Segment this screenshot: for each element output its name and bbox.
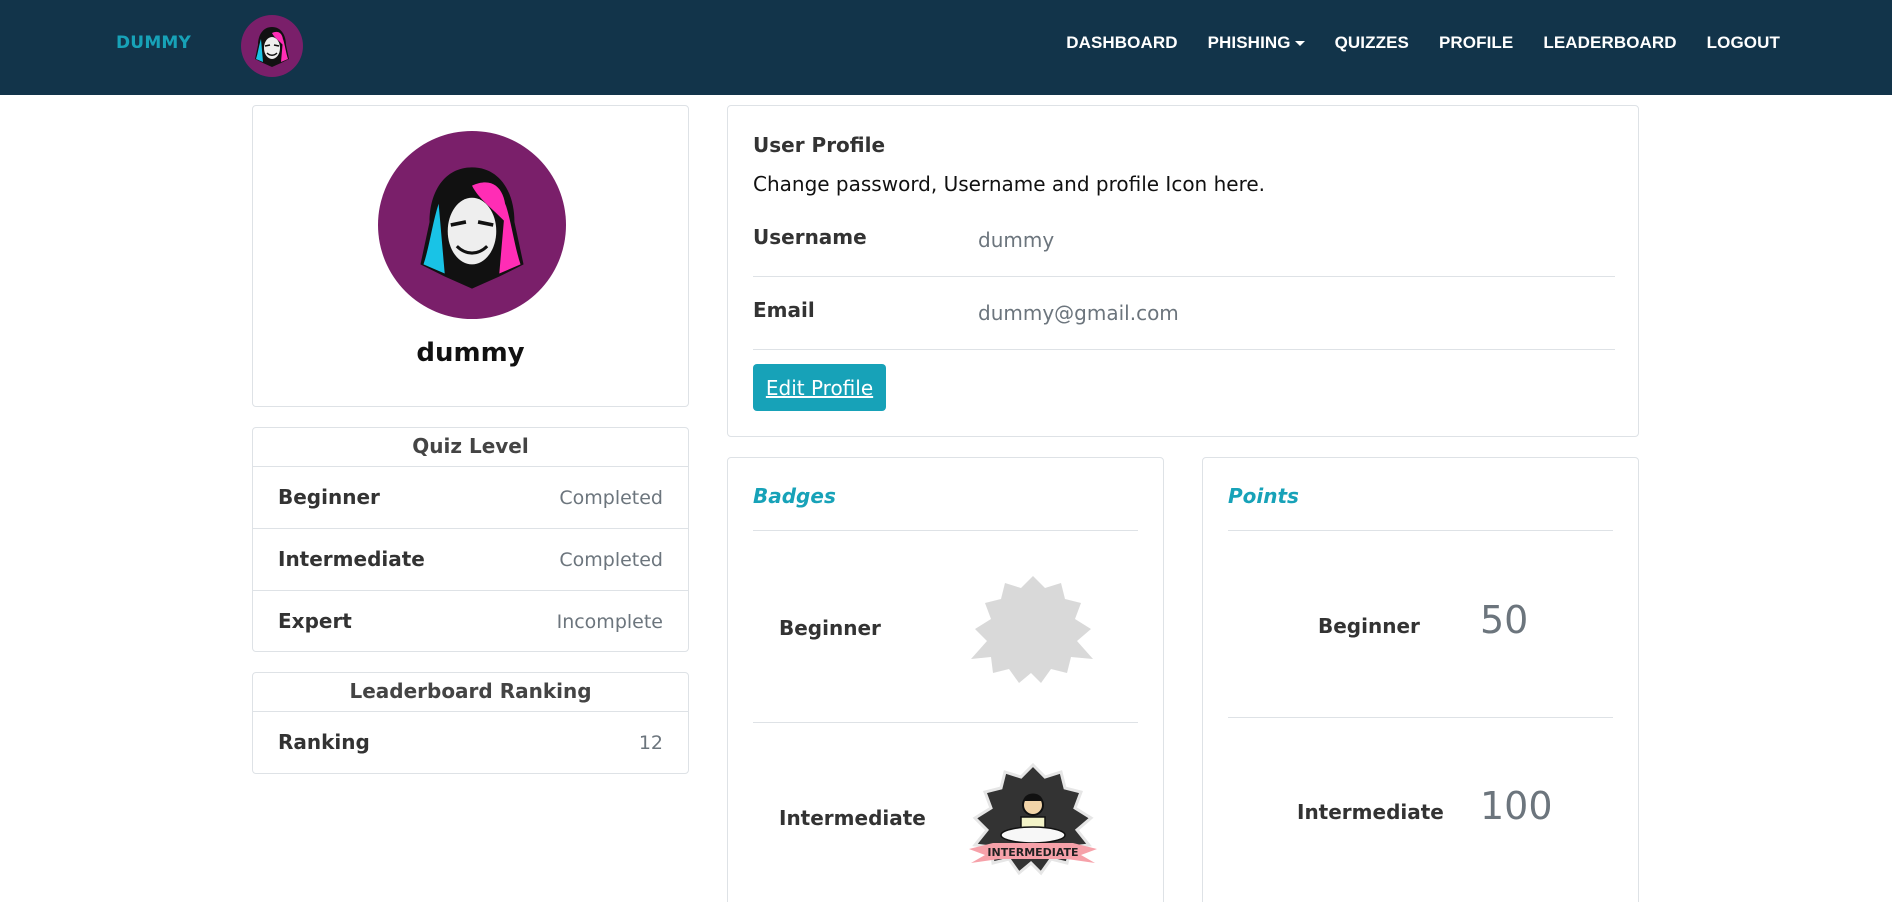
points-label: Intermediate	[1297, 800, 1444, 824]
nav-profile[interactable]: PROFILE	[1439, 33, 1513, 53]
nav-quizzes[interactable]: QUIZZES	[1335, 33, 1409, 53]
quiz-level-status: Completed	[559, 549, 663, 571]
badge-text: INTERMEDIATE	[987, 846, 1078, 859]
quiz-level-row: Intermediate Completed	[253, 529, 688, 591]
ranking-value: 12	[638, 732, 663, 754]
badge-label: Beginner	[779, 616, 881, 640]
nav-menu: DASHBOARD PHISHING QUIZZES PROFILE LEADE…	[1036, 33, 1780, 53]
username-label: Username	[753, 225, 867, 249]
badges-card: Badges Beginner Intermediate INTERMEDIAT…	[727, 457, 1164, 902]
nav-logout[interactable]: LOGOUT	[1707, 33, 1780, 53]
profile-avatar	[378, 131, 566, 319]
points-value: 50	[1480, 598, 1529, 642]
nav-avatar[interactable]	[241, 15, 303, 77]
leaderboard-title: Leaderboard Ranking	[253, 673, 688, 712]
divider	[1228, 717, 1613, 718]
beginner-badge-icon	[971, 576, 1093, 683]
username-value: dummy	[978, 228, 1055, 252]
divider	[1228, 530, 1613, 531]
quiz-level-title: Quiz Level	[253, 428, 688, 467]
badges-title: Badges	[753, 484, 836, 508]
quiz-level-label: Expert	[278, 609, 352, 633]
ranking-row: Ranking 12	[253, 712, 688, 774]
quiz-level-row: Expert Incomplete	[253, 591, 688, 653]
email-row: Email dummy@gmail.com	[753, 278, 1615, 350]
points-title: Points	[1228, 484, 1299, 508]
profile-name: dummy	[416, 338, 525, 368]
ranking-label: Ranking	[278, 730, 370, 754]
user-profile-description: Change password, Username and profile Ic…	[753, 172, 1266, 196]
nav-phishing-label: PHISHING	[1207, 33, 1291, 52]
edit-profile-button[interactable]: Edit Profile	[753, 364, 886, 411]
points-card: Points Beginner 50 Intermediate 100	[1202, 457, 1639, 902]
nav-dashboard[interactable]: DASHBOARD	[1066, 33, 1177, 53]
nav-phishing-dropdown[interactable]: PHISHING	[1208, 33, 1305, 53]
brand-name[interactable]: DUMMY	[116, 33, 191, 53]
navbar: DUMMY DASHBOARD PHISHING QUIZZES PROFILE…	[0, 0, 1892, 95]
divider	[753, 530, 1138, 531]
intermediate-badge-icon: INTERMEDIATE	[969, 763, 1097, 876]
quiz-level-label: Beginner	[278, 485, 380, 509]
username-row: Username dummy	[753, 205, 1615, 277]
email-label: Email	[753, 298, 815, 322]
hacker-mask-icon	[255, 27, 289, 67]
badge-label: Intermediate	[779, 806, 926, 830]
quiz-level-card: Quiz Level Beginner Completed Intermedia…	[252, 427, 689, 652]
quiz-level-label: Intermediate	[278, 547, 425, 571]
user-profile-title: User Profile	[753, 133, 886, 157]
points-label: Beginner	[1318, 614, 1420, 638]
caret-down-icon	[1294, 41, 1305, 47]
quiz-level-status: Incomplete	[556, 611, 663, 633]
divider	[753, 722, 1138, 723]
leaderboard-ranking-card: Leaderboard Ranking Ranking 12	[252, 672, 689, 774]
points-value: 100	[1480, 784, 1553, 828]
user-profile-card: User Profile Change password, Username a…	[727, 105, 1639, 437]
quiz-level-status: Completed	[559, 487, 663, 509]
nav-leaderboard[interactable]: LEADERBOARD	[1543, 33, 1676, 53]
profile-card: dummy	[252, 105, 689, 407]
hacker-mask-icon	[420, 167, 524, 289]
email-value: dummy@gmail.com	[978, 301, 1179, 325]
quiz-level-row: Beginner Completed	[253, 467, 688, 529]
